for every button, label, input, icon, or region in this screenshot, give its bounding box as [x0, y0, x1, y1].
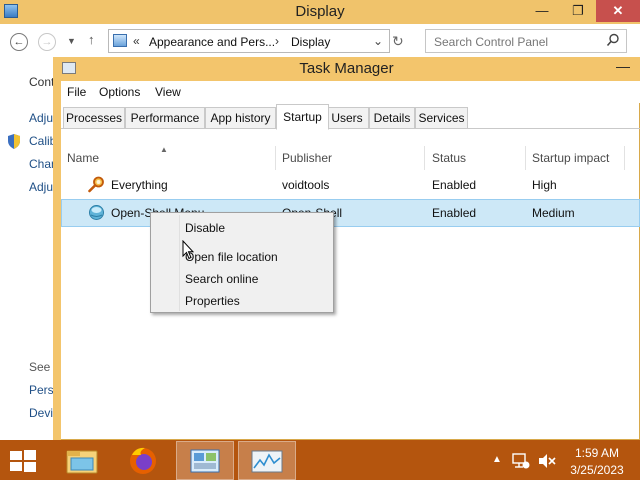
forward-button[interactable]: →: [38, 33, 56, 51]
menu-icon-gutter: [179, 215, 180, 311]
recent-pages-icon[interactable]: ▼: [67, 36, 76, 46]
column-divider[interactable]: [275, 146, 276, 170]
task-manager-titlebar[interactable]: Task Manager —: [53, 57, 640, 81]
back-button[interactable]: ←: [10, 33, 28, 51]
column-divider[interactable]: [424, 146, 425, 170]
left-pane-link[interactable]: Pers: [29, 383, 54, 397]
cell-publisher: voidtools: [282, 178, 330, 192]
task-manager-icon: [251, 450, 283, 473]
up-button[interactable]: ↑: [88, 32, 95, 47]
show-hidden-icons-chevron-up-icon[interactable]: ▲: [492, 454, 502, 465]
clock-date[interactable]: 3/25/2023: [562, 463, 632, 477]
window-title: Task Manager: [299, 60, 394, 77]
table-row[interactable]: Everything voidtools Enabled High: [61, 171, 640, 199]
shield-icon: [8, 134, 20, 149]
address-row: ← → ▼ ↑ « Appearance and Pers... › Displ…: [0, 24, 640, 58]
taskbar-control-panel[interactable]: [176, 441, 234, 480]
magnifier-key-icon: [88, 176, 104, 193]
cell-impact: High: [532, 178, 557, 192]
search-input[interactable]: [434, 34, 604, 49]
column-divider[interactable]: [525, 146, 526, 170]
chevron-down-icon[interactable]: ⌄: [373, 34, 383, 48]
control-panel-icon: [190, 449, 220, 473]
column-startup-impact[interactable]: Startup impact: [532, 151, 609, 165]
taskbar-task-manager[interactable]: [238, 441, 296, 480]
breadcrumb-overflow-icon[interactable]: «: [133, 34, 140, 48]
file-explorer-icon: [66, 450, 98, 474]
menu-item-disable[interactable]: Disable: [185, 221, 225, 235]
column-headers: ▲ Name Publisher Status Startup impact: [61, 145, 640, 171]
menu-item-properties[interactable]: Properties: [185, 294, 240, 308]
left-pane-link[interactable]: Cont: [29, 75, 54, 89]
menu-options[interactable]: Options: [99, 85, 140, 99]
search-box[interactable]: [425, 29, 627, 53]
tab-app-history[interactable]: App history: [205, 107, 276, 129]
column-status[interactable]: Status: [432, 151, 466, 165]
tab-details[interactable]: Details: [369, 107, 415, 129]
menu-view[interactable]: View: [155, 85, 181, 99]
left-pane-link[interactable]: Devi: [29, 406, 53, 420]
tab-performance[interactable]: Performance: [125, 107, 205, 129]
minimize-button[interactable]: —: [528, 0, 556, 22]
minimize-button[interactable]: —: [616, 58, 630, 74]
menu-item-open-file-location[interactable]: Open file location: [185, 250, 278, 264]
tab-users[interactable]: Users: [325, 107, 369, 129]
left-pane-link[interactable]: Adju: [29, 111, 53, 125]
clock-time[interactable]: 1:59 AM: [562, 446, 632, 460]
column-name[interactable]: Name: [67, 151, 99, 165]
tab-processes[interactable]: Processes: [63, 107, 125, 129]
menu-item-search-online[interactable]: Search online: [185, 272, 258, 286]
refresh-icon[interactable]: ↻: [392, 33, 404, 50]
left-pane-link[interactable]: Adju: [29, 180, 53, 194]
cell-name: Everything: [111, 178, 168, 192]
close-button[interactable]: ✕: [596, 0, 640, 22]
control-panel-icon: [113, 34, 127, 47]
tab-services[interactable]: Services: [415, 107, 468, 129]
search-icon[interactable]: [606, 33, 620, 47]
cell-impact: Medium: [532, 206, 575, 220]
taskbar-firefox[interactable]: [114, 441, 172, 480]
tab-strip: Processes Performance App history Users …: [61, 103, 640, 129]
sort-ascending-icon: ▲: [160, 145, 168, 154]
network-icon[interactable]: [511, 452, 531, 470]
windows-start-icon[interactable]: [8, 449, 38, 473]
cell-status: Enabled: [432, 206, 477, 220]
address-bar[interactable]: « Appearance and Pers... › Display ⌄: [108, 29, 390, 53]
cell-status: Enabled: [432, 178, 477, 192]
taskbar-file-explorer[interactable]: [54, 441, 112, 480]
mouse-cursor-icon: [182, 240, 194, 260]
column-publisher[interactable]: Publisher: [282, 151, 332, 165]
window-border: [53, 57, 61, 440]
context-menu: Disable Open file location Search online…: [150, 212, 334, 313]
control-panel-titlebar: Display — ❐ ✕: [0, 0, 640, 24]
table-row[interactable]: Open-Shell Menu Open-Shell Enabled Mediu…: [61, 199, 640, 227]
volume-muted-icon[interactable]: [538, 453, 556, 469]
shell-orb-icon: [89, 205, 104, 220]
breadcrumb-separator[interactable]: ›: [275, 34, 279, 48]
tab-startup[interactable]: Startup: [276, 104, 329, 130]
maximize-button[interactable]: ❐: [564, 0, 592, 22]
firefox-icon: [130, 447, 156, 474]
column-divider[interactable]: [624, 146, 625, 170]
menu-bar: File Options View: [61, 81, 640, 103]
breadcrumb-appearance[interactable]: Appearance and Pers...: [149, 35, 275, 49]
menu-file[interactable]: File: [67, 85, 86, 99]
tab-divider: [61, 128, 640, 129]
breadcrumb-display[interactable]: Display: [291, 35, 330, 49]
